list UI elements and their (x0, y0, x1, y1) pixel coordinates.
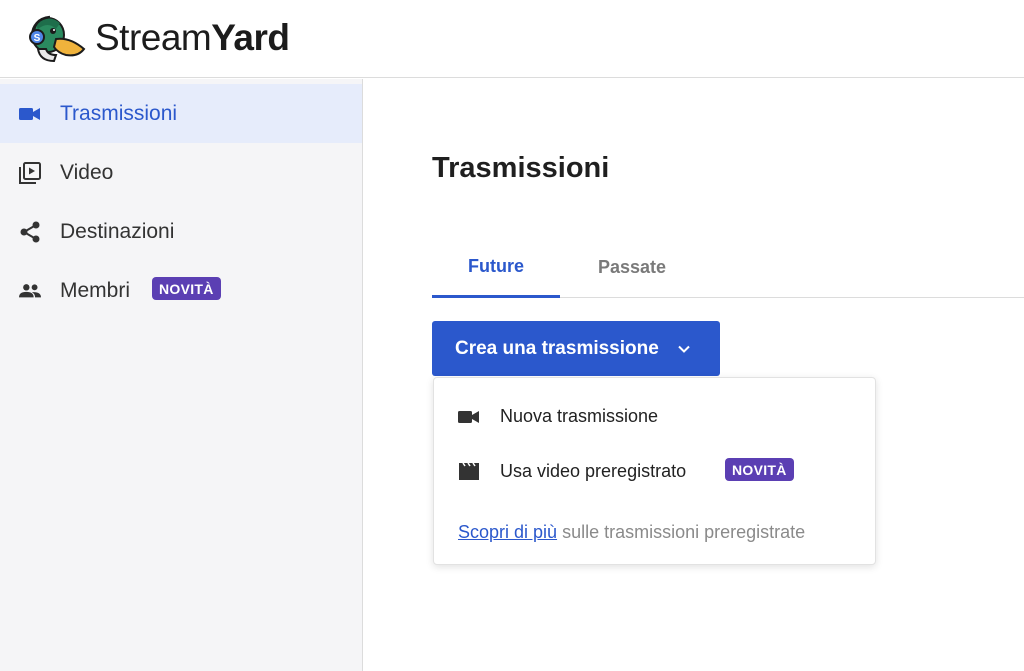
share-icon (19, 221, 41, 243)
svg-text:S: S (34, 33, 41, 44)
tab-passate[interactable]: Passate (568, 237, 696, 297)
create-broadcast-menu: Nuova trasmissione Usa video preregistra… (433, 377, 876, 565)
menu-footer: Scopri di più sulle trasmissioni preregi… (458, 522, 805, 543)
sidebar-item-label: Video (60, 160, 114, 184)
sidebar: Trasmissioni Video Destinazioni Membri N… (0, 79, 363, 671)
sidebar-item-trasmissioni[interactable]: Trasmissioni (0, 84, 362, 143)
sidebar-item-destinazioni[interactable]: Destinazioni (0, 202, 362, 261)
sidebar-item-membri[interactable]: Membri NOVITÀ (0, 261, 362, 320)
new-badge: NOVITÀ (725, 458, 794, 481)
menu-item-new-broadcast[interactable]: Nuova trasmissione (434, 392, 875, 442)
sidebar-item-label: Destinazioni (60, 219, 175, 243)
top-bar: S StreamYard (0, 0, 1024, 78)
menu-item-label: Usa video preregistrato (500, 461, 687, 481)
create-broadcast-label: Crea una trasmissione (455, 337, 659, 359)
sidebar-item-label: Membri (60, 278, 131, 302)
streamyard-logo-icon[interactable]: S (26, 11, 88, 63)
video-camera-icon (458, 407, 480, 427)
new-badge: NOVITÀ (152, 277, 221, 300)
chevron-down-icon (676, 341, 692, 357)
tab-future[interactable]: Future (432, 237, 560, 298)
people-icon (19, 280, 41, 302)
video-library-icon (19, 161, 41, 184)
create-broadcast-button[interactable]: Crea una trasmissione (432, 321, 720, 376)
menu-item-label: Nuova trasmissione (500, 406, 659, 426)
menu-item-prerecorded-video[interactable]: Usa video preregistrato NOVITÀ (434, 447, 875, 497)
sidebar-item-label: Trasmissioni (60, 101, 178, 125)
clapperboard-icon (458, 462, 480, 482)
video-camera-icon (19, 103, 41, 125)
learn-more-link[interactable]: Scopri di più (458, 522, 557, 542)
sidebar-item-video[interactable]: Video (0, 143, 362, 202)
menu-footer-text: sulle trasmissioni preregistrate (557, 522, 806, 542)
tabs: Future Passate (432, 237, 1024, 298)
page-title: Trasmissioni (432, 152, 610, 184)
brand-name: StreamYard (95, 17, 290, 58)
